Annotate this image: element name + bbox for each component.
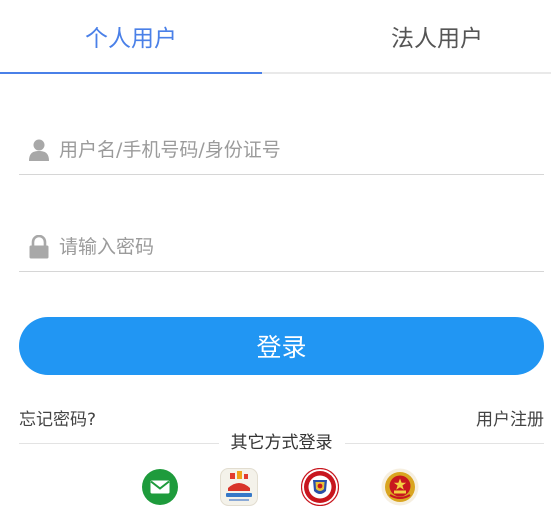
forgot-password-link[interactable]: 忘记密码? — [19, 405, 96, 430]
username-input[interactable] — [59, 135, 544, 165]
police-badge-icon[interactable] — [301, 468, 339, 506]
user-type-tabs: 个人用户 法人用户 — [0, 0, 551, 74]
lock-icon — [29, 235, 49, 259]
other-login-heading: 其它方式登录 — [0, 432, 551, 454]
user-icon — [29, 139, 49, 161]
national-emblem-icon[interactable] — [381, 468, 419, 506]
other-login-title: 其它方式登录 — [218, 433, 345, 453]
app-icon[interactable] — [220, 468, 258, 506]
register-link[interactable]: 用户注册 — [476, 405, 544, 430]
sms-envelope-icon[interactable] — [141, 468, 179, 506]
tab-legal-user[interactable]: 法人用户 — [306, 0, 551, 72]
username-field-row — [19, 126, 544, 175]
password-field-row — [19, 223, 544, 272]
tab-personal-user[interactable]: 个人用户 — [0, 0, 262, 74]
password-input[interactable] — [59, 232, 544, 262]
login-button[interactable]: 登录 — [19, 317, 544, 375]
login-page: 个人用户 法人用户 登录 忘记密码? 用户注册 其它方式登录 — [0, 0, 551, 525]
